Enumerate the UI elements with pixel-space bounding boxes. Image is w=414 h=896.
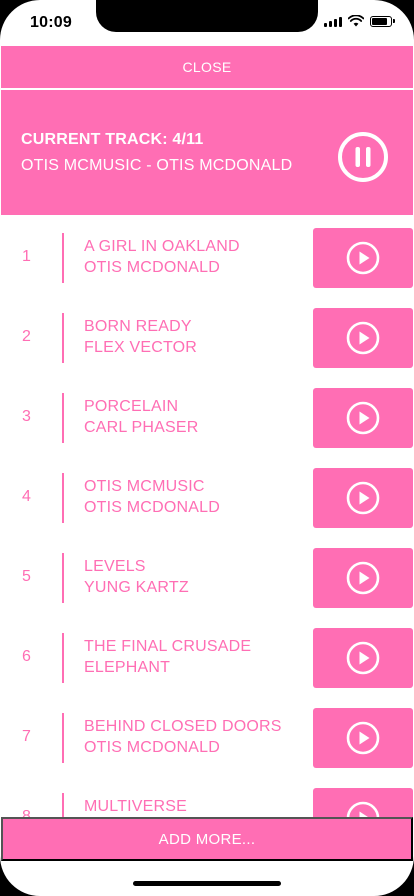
app-view: 10:09 CLOSE CURRENT TRACK: 4/11 OTIS MCM… (0, 0, 414, 896)
status-time: 10:09 (30, 14, 72, 31)
pause-circle-icon (338, 132, 388, 182)
track-artist: ELEPHANT (84, 659, 171, 676)
close-button[interactable]: CLOSE (1, 46, 413, 88)
track-title: MULTIVERSE (84, 798, 188, 815)
track-row: 6 THE FINAL CRUSADE ELEPHANT (0, 618, 414, 698)
play-circle-icon (346, 641, 380, 675)
play-circle-icon (346, 241, 380, 275)
wifi-icon (348, 15, 364, 27)
status-icons (324, 15, 395, 27)
track-artist: OTIS MCDONALD (84, 499, 220, 516)
status-bar: 10:09 (0, 0, 414, 44)
play-circle-icon (346, 801, 380, 818)
track-number: 5 (22, 568, 31, 585)
play-button[interactable] (313, 788, 413, 818)
track-artist: CARL PHASER (84, 419, 199, 436)
track-number: 4 (22, 488, 31, 505)
track-list[interactable]: 1 A GIRL IN OAKLAND OTIS MCDONALD 2 BORN… (0, 218, 414, 818)
play-circle-icon (346, 721, 380, 755)
divider (62, 793, 64, 818)
track-number: 1 (22, 248, 31, 265)
track-number: 2 (22, 328, 31, 345)
track-artist: FLEX VECTOR (84, 339, 198, 356)
battery-icon (370, 15, 395, 27)
track-row: 4 OTIS MCMUSIC OTIS MCDONALD (0, 458, 414, 538)
current-track-name: OTIS MCMUSIC - OTIS MCDONALD (21, 157, 293, 174)
track-title: BORN READY (84, 318, 192, 335)
track-artist: YUNG KARTZ (84, 579, 189, 596)
track-number: 6 (22, 648, 31, 665)
divider (62, 553, 64, 603)
play-button[interactable] (313, 228, 413, 288)
play-button[interactable] (313, 308, 413, 368)
divider (62, 393, 64, 443)
track-title: LEVELS (84, 558, 146, 575)
track-row: 5 LEVELS YUNG KARTZ (0, 538, 414, 618)
track-number: 7 (22, 728, 31, 745)
play-button[interactable] (313, 708, 413, 768)
now-playing-panel: CURRENT TRACK: 4/11 OTIS MCMUSIC - OTIS … (1, 90, 413, 215)
track-row: 3 PORCELAIN CARL PHASER (0, 378, 414, 458)
track-artist: OTIS MCDONALD (84, 259, 220, 276)
notch (96, 0, 318, 32)
home-indicator[interactable] (133, 881, 281, 886)
play-circle-icon (346, 321, 380, 355)
divider (62, 473, 64, 523)
divider (62, 233, 64, 283)
current-track-label: CURRENT TRACK: 4/11 (21, 131, 204, 148)
divider (62, 713, 64, 763)
track-title: A GIRL IN OAKLAND (84, 238, 240, 255)
track-number: 3 (22, 408, 31, 425)
track-title: PORCELAIN (84, 398, 179, 415)
phone-screen: 10:09 CLOSE CURRENT TRACK: 4/11 OTIS MCM… (0, 0, 414, 896)
add-more-button[interactable]: ADD MORE... (1, 817, 413, 861)
track-artist: OTIS MCDONALD (84, 739, 220, 756)
track-row: 8 MULTIVERSE (0, 778, 414, 818)
track-title: BEHIND CLOSED DOORS (84, 718, 282, 735)
track-title: OTIS MCMUSIC (84, 478, 205, 495)
cellular-signal-icon (324, 15, 342, 27)
track-row: 2 BORN READY FLEX VECTOR (0, 298, 414, 378)
play-circle-icon (346, 481, 380, 515)
track-title: THE FINAL CRUSADE (84, 638, 252, 655)
play-button[interactable] (313, 388, 413, 448)
divider (62, 313, 64, 363)
play-button[interactable] (313, 468, 413, 528)
play-button[interactable] (313, 628, 413, 688)
track-row: 7 BEHIND CLOSED DOORS OTIS MCDONALD (0, 698, 414, 778)
play-circle-icon (346, 401, 380, 435)
track-row: 1 A GIRL IN OAKLAND OTIS MCDONALD (0, 218, 414, 298)
play-circle-icon (346, 561, 380, 595)
play-button[interactable] (313, 548, 413, 608)
divider (62, 633, 64, 683)
pause-button[interactable] (337, 131, 389, 183)
